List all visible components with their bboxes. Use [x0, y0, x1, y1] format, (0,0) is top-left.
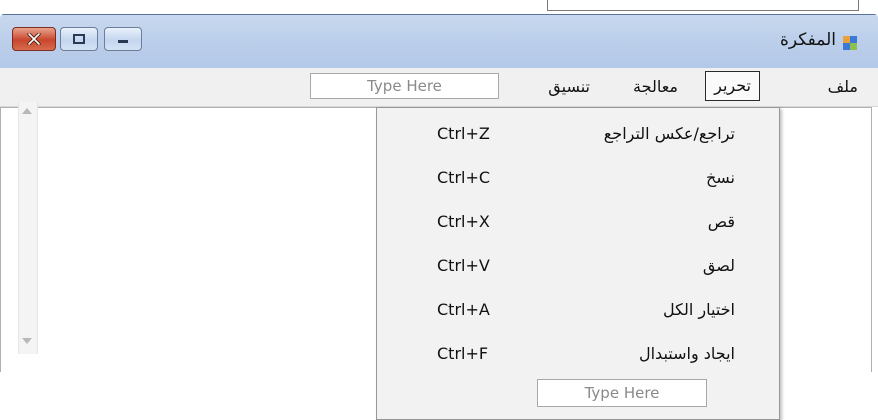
- menu-item-label: ايجاد واستبدال: [638, 344, 735, 363]
- edit-menu-dropdown: Ctrl+Z تراجع/عكس التراجع Ctrl+C نسخ Ctrl…: [376, 107, 780, 420]
- menu-edit[interactable]: تحرير: [705, 71, 760, 101]
- menu-item-copy[interactable]: Ctrl+C نسخ: [377, 156, 779, 200]
- menu-item-undo[interactable]: Ctrl+Z تراجع/عكس التراجع: [377, 112, 779, 156]
- title-bar[interactable]: المفكرة: [0, 14, 878, 69]
- shortcut-label: Ctrl+X: [437, 212, 490, 231]
- close-button[interactable]: [12, 27, 56, 51]
- menu-type-here-input[interactable]: Type Here: [537, 379, 707, 407]
- menu-item-paste[interactable]: Ctrl+V لصق: [377, 244, 779, 288]
- shortcut-label: Ctrl+F: [437, 344, 489, 363]
- minimize-icon: [118, 40, 128, 43]
- vertical-scrollbar[interactable]: [18, 102, 38, 354]
- app-icon: [843, 36, 857, 50]
- menu-item-label: نسخ: [705, 168, 735, 187]
- menu-item-label: قص: [707, 212, 735, 231]
- menu-item-label: لصق: [702, 256, 735, 275]
- menubar-type-here-input[interactable]: Type Here: [310, 73, 499, 99]
- minimize-button[interactable]: [104, 27, 142, 51]
- maximize-button[interactable]: [60, 27, 98, 51]
- menu-item-select-all[interactable]: Ctrl+A اختيار الكل: [377, 288, 779, 332]
- scroll-up-icon[interactable]: [22, 108, 32, 114]
- shortcut-label: Ctrl+V: [437, 256, 490, 275]
- menu-item-label: اختيار الكل: [663, 300, 735, 319]
- menu-process[interactable]: معالجة: [633, 77, 678, 96]
- menu-item-label: تراجع/عكس التراجع: [603, 124, 735, 143]
- menu-format[interactable]: تنسيق: [548, 77, 590, 96]
- menu-item-cut[interactable]: Ctrl+X قص: [377, 200, 779, 244]
- maximize-icon: [73, 34, 85, 44]
- shortcut-label: Ctrl+A: [437, 300, 490, 319]
- menu-item-find-replace[interactable]: Ctrl+F ايجاد واستبدال: [377, 332, 779, 376]
- close-icon: [27, 33, 41, 45]
- scroll-down-icon[interactable]: [22, 338, 32, 344]
- background-window-edge: [547, 0, 859, 11]
- shortcut-label: Ctrl+C: [437, 168, 491, 187]
- shortcut-label: Ctrl+Z: [437, 124, 490, 143]
- menu-bar: ملف تحرير معالجة تنسيق Type Here: [0, 68, 878, 107]
- menu-file[interactable]: ملف: [828, 77, 858, 96]
- window-title: المفكرة: [779, 30, 836, 50]
